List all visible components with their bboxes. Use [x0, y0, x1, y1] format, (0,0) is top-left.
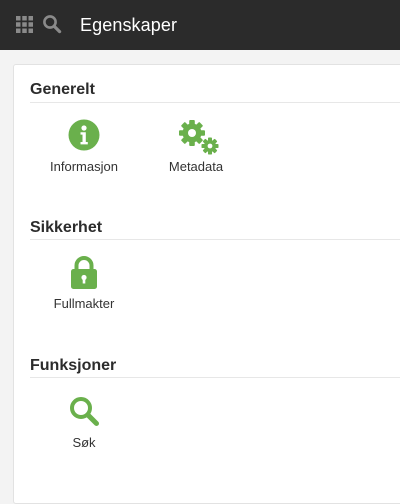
apps-grid-icon[interactable]: [16, 16, 33, 33]
section-title-security: Sikkerhet: [30, 219, 103, 236]
tile-fullmakter[interactable]: Fullmakter: [34, 256, 134, 346]
info-icon: [68, 119, 100, 151]
tile-informasjon[interactable]: Informasjon: [34, 119, 134, 209]
properties-panel: Generelt Informasjon Metadata Sikkerhet …: [13, 64, 400, 504]
page-title: Egenskaper: [80, 15, 178, 35]
tile-label: Søk: [72, 435, 96, 450]
section-divider: [30, 377, 400, 378]
tile-sok[interactable]: Søk: [34, 395, 134, 485]
section-title-functions: Funksjoner: [30, 357, 117, 374]
top-bar: Egenskaper: [0, 0, 400, 50]
section-divider: [30, 239, 400, 240]
search-icon: [70, 397, 99, 426]
gears-icon: [179, 120, 219, 155]
section-title-general: Generelt: [30, 81, 95, 98]
search-icon[interactable]: [42, 14, 62, 34]
tile-label: Informasjon: [50, 159, 118, 174]
tile-label: Metadata: [168, 159, 224, 174]
lock-icon: [71, 256, 97, 289]
tile-label: Fullmakter: [53, 296, 115, 311]
tile-metadata[interactable]: Metadata: [146, 119, 246, 209]
section-divider: [30, 102, 400, 103]
